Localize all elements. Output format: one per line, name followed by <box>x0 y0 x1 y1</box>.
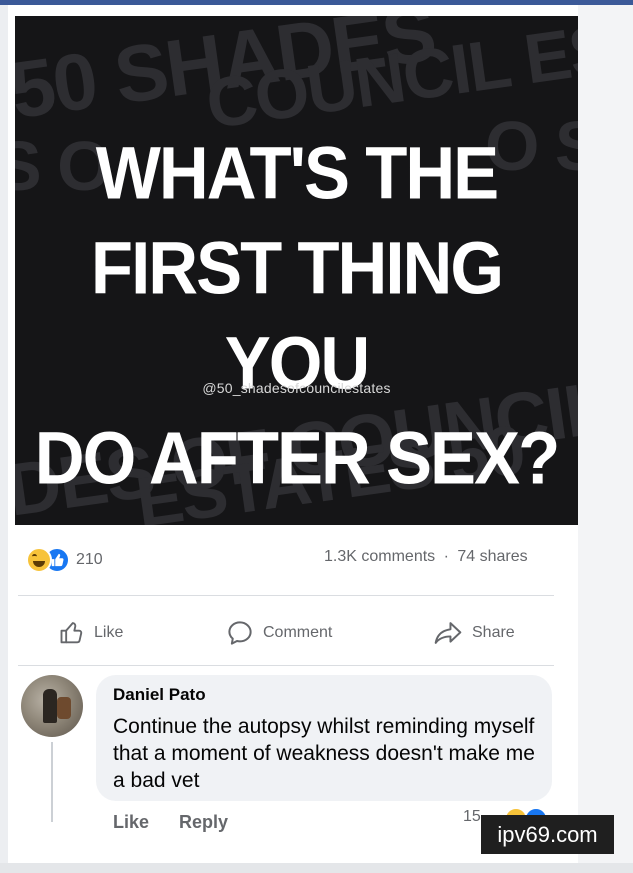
avatar-figure <box>57 697 71 719</box>
divider <box>18 595 554 596</box>
reaction-count: 210 <box>76 551 103 568</box>
comment-reply-button[interactable]: Reply <box>179 812 228 833</box>
comment-icon <box>228 621 252 645</box>
meme-headline: WHAT'S THE FIRST THING YOU DO AFTER SEX? <box>15 126 578 506</box>
thumbs-up-icon <box>60 622 83 644</box>
meme-headline-line: DO AFTER SEX? <box>34 416 560 500</box>
divider <box>18 665 554 666</box>
share-button[interactable]: Share <box>432 605 515 661</box>
share-icon <box>434 622 462 644</box>
comment-like-button[interactable]: Like <box>113 812 149 833</box>
post-image[interactable]: 50 SHADES COUNCIL ES S O O S DES OF COUN… <box>15 16 578 525</box>
avatar[interactable] <box>21 675 83 737</box>
watermark: ipv69.com <box>481 815 614 854</box>
comment-reaction-count: 15 <box>463 808 481 825</box>
comment-author[interactable]: Daniel Pato <box>113 685 206 705</box>
comment-button[interactable]: Comment <box>225 605 332 661</box>
comment-actions: Like Reply <box>113 812 228 833</box>
reaction-summary[interactable]: 210 <box>26 546 103 574</box>
stats-separator: · <box>443 548 449 565</box>
post-stats: 1.3K comments · 74 shares <box>324 548 528 566</box>
meme-handle: @50_shadesofcouncilestates <box>202 380 391 396</box>
post-actions-bar: Like Comment Share <box>8 605 578 661</box>
right-gutter <box>578 5 633 873</box>
bottom-edge <box>0 863 633 873</box>
comment-thread-line <box>51 742 53 822</box>
comment-text: Continue the autopsy whilst reminding my… <box>113 715 535 792</box>
shares-count-link[interactable]: 74 shares <box>457 548 527 565</box>
comment-bubble: Daniel Pato Continue the autopsy whilst … <box>96 675 552 801</box>
share-label: Share <box>472 624 515 641</box>
avatar-figure <box>43 689 57 723</box>
like-label: Like <box>94 624 124 641</box>
comments-count-link[interactable]: 1.3K comments <box>324 548 435 565</box>
meme-headline-line: WHAT'S THE <box>95 131 499 215</box>
haha-reaction-icon <box>26 547 52 573</box>
comment-label: Comment <box>263 624 333 641</box>
like-button[interactable]: Like <box>58 605 123 661</box>
